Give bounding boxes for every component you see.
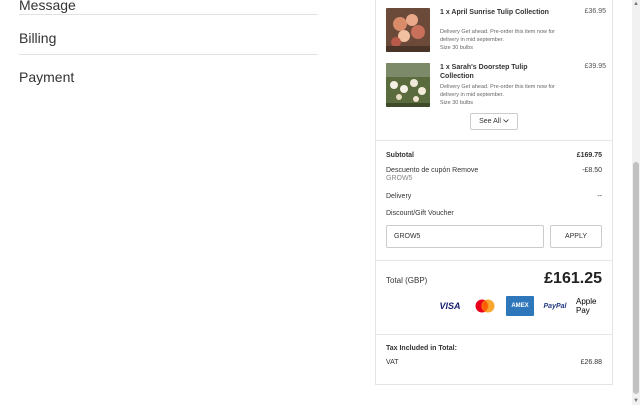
delivery-row: Delivery -- xyxy=(386,193,602,200)
item-delivery-note: Delivery Get ahead. Pre-order this item … xyxy=(440,84,555,98)
item-name: 1 x April Sunrise Tulip Collection xyxy=(440,9,549,16)
paypal-icon: PayPal xyxy=(543,302,567,310)
vat-value: £26.88 xyxy=(580,359,602,366)
product-thumbnail[interactable] xyxy=(386,63,430,107)
item-name: 1 x Sarah's Doorstep Tulip Collection xyxy=(440,64,528,80)
subtotal-value: £169.75 xyxy=(576,152,602,159)
divider xyxy=(19,54,318,55)
item-price: £36.95 xyxy=(584,8,606,15)
step-payment-title: Payment xyxy=(19,69,75,85)
scroll-thumb[interactable] xyxy=(633,162,639,394)
discount-row: Descuento de cupón Remove -£8.50 xyxy=(386,167,602,174)
item-delivery-note: Delivery Get ahead. Pre-order this item … xyxy=(440,29,555,43)
discount-value: -£8.50 xyxy=(582,167,602,174)
item-price: £39.95 xyxy=(584,63,606,70)
divider xyxy=(19,14,318,15)
step-message[interactable]: Message xyxy=(19,0,318,13)
step-billing[interactable]: Billing xyxy=(19,30,318,46)
item-size: Size 30 bulbs xyxy=(440,45,474,51)
step-message-title: Message xyxy=(19,0,76,13)
step-payment[interactable]: Payment xyxy=(19,69,318,85)
vat-row: VAT £26.88 xyxy=(386,359,602,366)
voucher-input[interactable] xyxy=(386,225,544,248)
apply-button[interactable]: APPLY xyxy=(550,225,602,248)
chevron-down-icon xyxy=(503,118,509,125)
delivery-label: Delivery xyxy=(386,193,412,200)
discount-code-row: GROW5 xyxy=(386,175,602,182)
divider xyxy=(376,334,612,335)
apple-pay-icon: Apple Pay xyxy=(576,297,597,315)
tax-heading: Tax Included in Total: xyxy=(386,345,457,352)
discount-code: GROW5 xyxy=(386,175,413,182)
total-label: Total (GBP) xyxy=(386,276,428,285)
total-value: £161.25 xyxy=(544,270,602,287)
see-all-label: See All xyxy=(479,118,501,125)
scroll-down-icon[interactable]: ▼ xyxy=(632,397,640,405)
vat-label: VAT xyxy=(386,359,399,366)
product-thumbnail[interactable] xyxy=(386,8,430,52)
order-summary: 1 x April Sunrise Tulip Collection Deliv… xyxy=(375,0,613,385)
item-description: Delivery Get ahead. Pre-order this item … xyxy=(440,28,560,52)
cart-item: 1 x April Sunrise Tulip Collection Deliv… xyxy=(386,8,606,56)
voucher-label-row: Discount/Gift Voucher xyxy=(386,210,602,217)
visa-icon: VISA xyxy=(439,301,461,311)
discount-label[interactable]: Descuento de cupón Remove xyxy=(386,167,478,174)
cart-item: 1 x Sarah's Doorstep Tulip Collection De… xyxy=(386,63,606,111)
item-size: Size 30 bulbs xyxy=(440,100,474,106)
subtotal-label: Subtotal xyxy=(386,152,414,159)
step-billing-title: Billing xyxy=(19,30,57,46)
divider xyxy=(376,140,612,141)
scroll-up-icon[interactable]: ▲ xyxy=(632,0,640,8)
mastercard-icon xyxy=(471,296,499,316)
voucher-label: Discount/Gift Voucher xyxy=(386,210,454,217)
delivery-value: -- xyxy=(597,193,602,200)
see-all-button[interactable]: See All xyxy=(470,113,518,130)
divider xyxy=(376,260,612,261)
subtotal-row: Subtotal £169.75 xyxy=(386,152,602,159)
payment-methods: VISA AMEX PayPal Apple Pay xyxy=(436,296,604,316)
amex-icon: AMEX xyxy=(506,296,534,316)
item-description: Delivery Get ahead. Pre-order this item … xyxy=(440,83,560,107)
page-scrollbar[interactable]: ▲ ▼ xyxy=(632,0,640,405)
